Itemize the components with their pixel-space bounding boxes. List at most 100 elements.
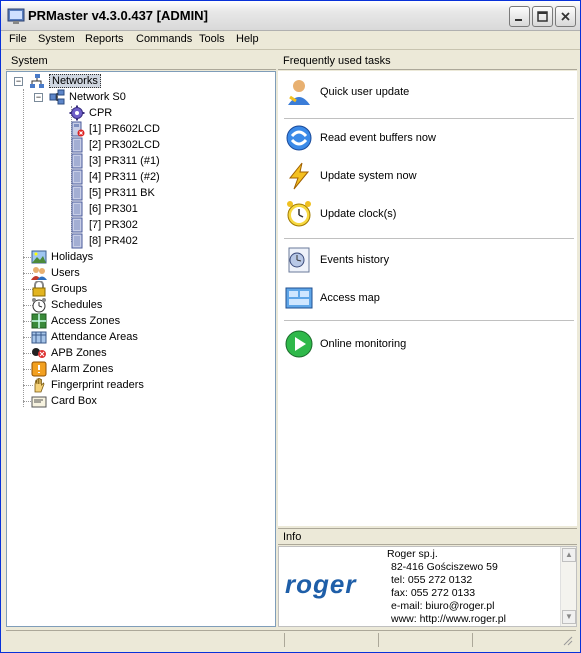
tree-label-network-s0: Network S0	[69, 91, 126, 103]
collapse-networks-toggle[interactable]: −	[14, 77, 23, 86]
company-email: e-mail: biuro@roger.pl	[391, 600, 495, 612]
menu-file[interactable]: File	[9, 33, 27, 45]
tree-item-network-s0[interactable]: Network S0	[49, 89, 126, 105]
task-events-history[interactable]: Events history	[284, 244, 574, 276]
task-access-map[interactable]: Access map	[284, 282, 574, 314]
access-map-icon	[285, 287, 313, 309]
tree-item-apb-zones[interactable]: APB Zones	[31, 345, 107, 361]
card-box-icon	[31, 396, 47, 408]
task-label: Update system now	[320, 170, 417, 182]
tree-item-alarm-zones[interactable]: Alarm Zones	[31, 361, 113, 377]
tree-label-alarm-zones: Alarm Zones	[51, 363, 114, 375]
minimize-icon	[515, 19, 522, 21]
tree-label-device: [7] PR302	[89, 219, 138, 231]
reader-icon	[71, 185, 83, 201]
tree-item-device-5[interactable]: [5] PR311 BK	[69, 185, 155, 201]
gear-icon	[69, 105, 85, 121]
menu-commands[interactable]: Commands	[136, 33, 192, 45]
roger-logo: roger	[285, 569, 357, 599]
tree-label-networks: Networks	[49, 74, 101, 88]
task-label: Access map	[320, 292, 380, 304]
tree-label-apb-zones: APB Zones	[51, 347, 107, 359]
task-label: Online monitoring	[320, 338, 407, 350]
maximize-button[interactable]	[532, 6, 553, 27]
tree-item-device-6[interactable]: [6] PR301	[69, 201, 138, 217]
resize-grip-icon[interactable]	[561, 634, 573, 646]
tree-label-access-zones: Access Zones	[51, 315, 121, 327]
tree-item-attendance-areas[interactable]: Attendance Areas	[31, 329, 138, 345]
lightning-icon	[288, 162, 310, 190]
task-separator	[284, 320, 574, 321]
system-tree[interactable]: − − Networks Network S0 CPR [1] PR602LCD…	[6, 71, 276, 627]
status-section	[378, 633, 379, 647]
tree-label-cpr: CPR	[89, 107, 113, 119]
tree-item-card-box[interactable]: Card Box	[31, 393, 97, 409]
menu-help[interactable]: Help	[236, 33, 259, 45]
menu-tools[interactable]: Tools	[199, 33, 225, 45]
window-title: PRMaster v4.3.0.437 [ADMIN]	[28, 8, 208, 23]
task-quick-user-update[interactable]: Quick user update	[284, 76, 574, 108]
tree-item-device-8[interactable]: [8] PR402	[69, 233, 138, 249]
tree-item-access-zones[interactable]: Access Zones	[31, 313, 120, 329]
picture-icon	[31, 250, 47, 264]
tree-item-device-7[interactable]: [7] PR302	[69, 217, 138, 233]
task-update-clocks[interactable]: Update clock(s)	[284, 198, 574, 230]
attendance-icon	[31, 331, 47, 344]
events-history-icon	[288, 247, 310, 273]
minimize-button[interactable]	[509, 6, 530, 27]
tasks-panel-header: Frequently used tasks	[278, 53, 577, 70]
task-online-monitoring[interactable]: Online monitoring	[284, 328, 574, 360]
tree-label-device: [8] PR402	[89, 235, 138, 247]
tree-item-device-4[interactable]: [4] PR311 (#2)	[69, 169, 160, 185]
tree-label-device: [5] PR311 BK	[89, 187, 155, 199]
tree-label-fingerprint-readers: Fingerprint readers	[51, 379, 144, 391]
task-separator	[284, 118, 574, 119]
tree-item-networks[interactable]: Networks	[29, 73, 101, 89]
task-label: Update clock(s)	[320, 208, 397, 220]
zones-icon	[31, 313, 47, 329]
task-label: Quick user update	[320, 86, 410, 98]
info-panel-header: Info	[278, 528, 577, 545]
company-name: Roger sp.j.	[387, 548, 438, 560]
tree-label-device: [6] PR301	[89, 203, 138, 215]
task-label: Events history	[320, 254, 390, 266]
scroll-up-button[interactable]: ▲	[562, 548, 576, 562]
tree-label-attendance-areas: Attendance Areas	[51, 331, 138, 343]
menu-reports[interactable]: Reports	[85, 33, 124, 45]
task-read-event-buffers[interactable]: Read event buffers now	[284, 122, 574, 154]
company-fax: fax: 055 272 0133	[391, 587, 476, 599]
close-icon	[561, 12, 570, 21]
title-bar[interactable]: PRMaster v4.3.0.437 [ADMIN]	[1, 1, 580, 31]
company-website: www: http://www.roger.pl	[391, 613, 506, 625]
main-window: PRMaster v4.3.0.437 [ADMIN] File System …	[0, 0, 581, 653]
user-update-icon	[288, 80, 310, 105]
info-scrollbar[interactable]: ▲ ▼	[560, 547, 576, 626]
tree-item-holidays[interactable]: Holidays	[31, 249, 93, 265]
tree-item-device-3[interactable]: [3] PR311 (#1)	[69, 153, 160, 169]
collapse-network-s0-toggle[interactable]: −	[34, 93, 43, 102]
tree-item-groups[interactable]: Groups	[31, 281, 87, 297]
reader-icon	[71, 217, 83, 233]
status-section	[284, 633, 285, 647]
tree-item-cpr[interactable]: CPR	[69, 105, 112, 121]
task-update-system[interactable]: Update system now	[284, 160, 574, 192]
tree-label-card-box: Card Box	[51, 395, 97, 407]
tree-label-device: [2] PR302LCD	[89, 139, 160, 151]
company-phone: tel: 055 272 0132	[391, 574, 473, 586]
tree-label-groups: Groups	[51, 283, 88, 295]
tree-item-fingerprint-readers[interactable]: Fingerprint readers	[31, 377, 144, 393]
tree-item-device-2[interactable]: [2] PR302LCD	[69, 137, 160, 153]
menu-system[interactable]: System	[38, 33, 75, 45]
menu-bar: File System Reports Commands Tools Help	[1, 31, 580, 50]
tree-item-users[interactable]: Users	[31, 265, 80, 281]
tree-label-schedules: Schedules	[51, 299, 103, 311]
tree-label-device: [3] PR311 (#1)	[89, 155, 160, 167]
info-panel: roger Roger sp.j. 82-416 Gościszewo 59 t…	[278, 546, 577, 627]
tree-item-device-1[interactable]: [1] PR602LCD	[69, 121, 160, 137]
scroll-down-button[interactable]: ▼	[562, 610, 576, 624]
tree-label-holidays: Holidays	[51, 251, 94, 263]
hand-icon	[34, 378, 45, 393]
reader-error-icon	[71, 121, 85, 137]
close-button[interactable]	[555, 6, 576, 27]
tree-item-schedules[interactable]: Schedules	[31, 297, 102, 313]
